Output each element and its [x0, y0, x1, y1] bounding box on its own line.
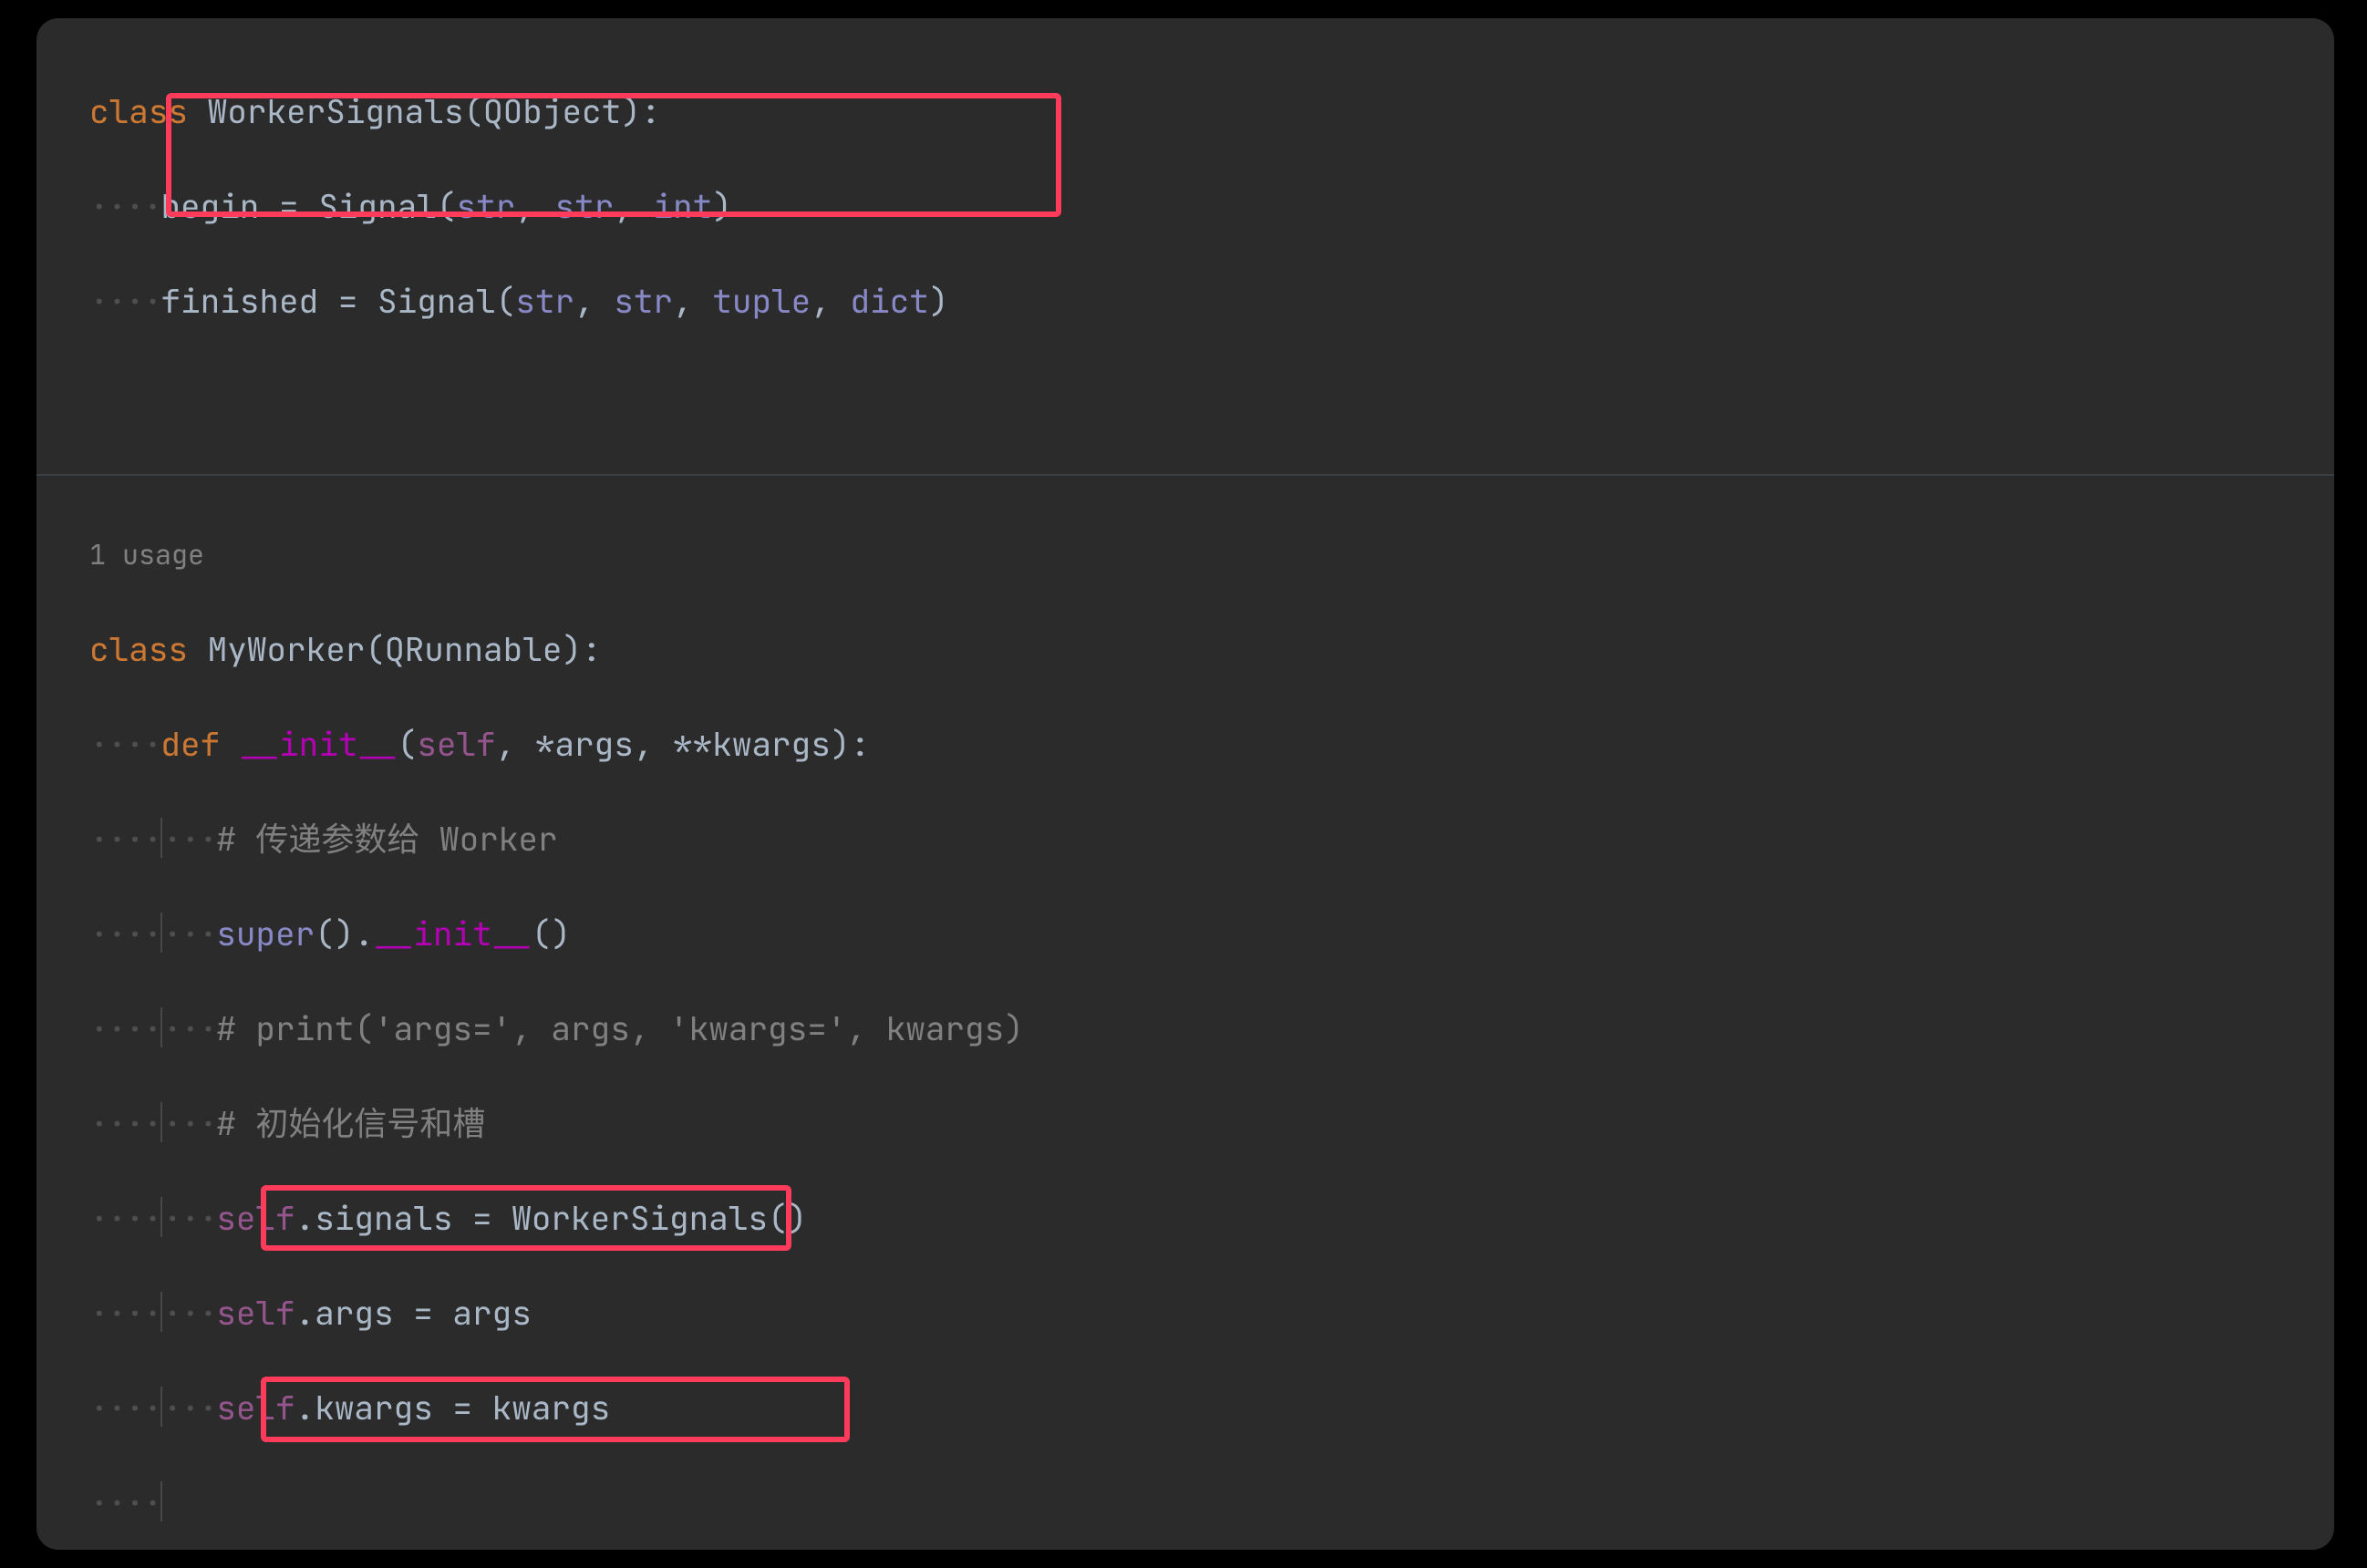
blank-line: ····	[89, 1479, 2334, 1526]
usages-hint[interactable]: 1 usage	[89, 531, 2334, 578]
code-line[interactable]: ·······self.args = args	[89, 1289, 2334, 1336]
code-line[interactable]: ·······super().__init__()	[89, 910, 2334, 957]
code-line[interactable]: ·······self.signals = WorkerSignals()	[89, 1194, 2334, 1242]
code-line[interactable]: ····finished = Signal(str, str, tuple, d…	[89, 277, 2334, 325]
code-line[interactable]: class MyWorker(QRunnable):	[89, 625, 2334, 673]
code-editor[interactable]: class WorkerSignals(QObject): ····begin …	[36, 18, 2334, 1550]
comment: # 传递参数给 Worker	[216, 817, 557, 861]
code-line[interactable]: ·······# print('args=', args, 'kwargs=',…	[89, 1005, 2334, 1052]
keyword-class: class	[89, 89, 188, 133]
comment: # 初始化信号和槽	[216, 1101, 485, 1145]
class-name: WorkerSignals	[208, 89, 464, 133]
editor-window: class WorkerSignals(QObject): ····begin …	[36, 18, 2334, 1550]
code-line[interactable]: ····begin = Signal(str, str, int)	[89, 182, 2334, 230]
region-separator	[36, 474, 2334, 476]
code-line[interactable]: ·······# 初始化信号和槽	[89, 1099, 2334, 1147]
keyword-class: class	[89, 627, 188, 671]
code-line[interactable]: ·······self.kwargs = kwargs	[89, 1384, 2334, 1431]
blank-line	[89, 372, 2334, 419]
comment: # print('args=', args, 'kwargs=', kwargs…	[216, 1006, 1024, 1050]
class-name: MyWorker	[208, 627, 366, 671]
code-line[interactable]: class WorkerSignals(QObject):	[89, 88, 2334, 135]
code-line[interactable]: ·······# 传递参数给 Worker	[89, 815, 2334, 862]
method-name: __init__	[240, 722, 398, 766]
code-line[interactable]: ····def __init__(self, *args, **kwargs):	[89, 720, 2334, 768]
